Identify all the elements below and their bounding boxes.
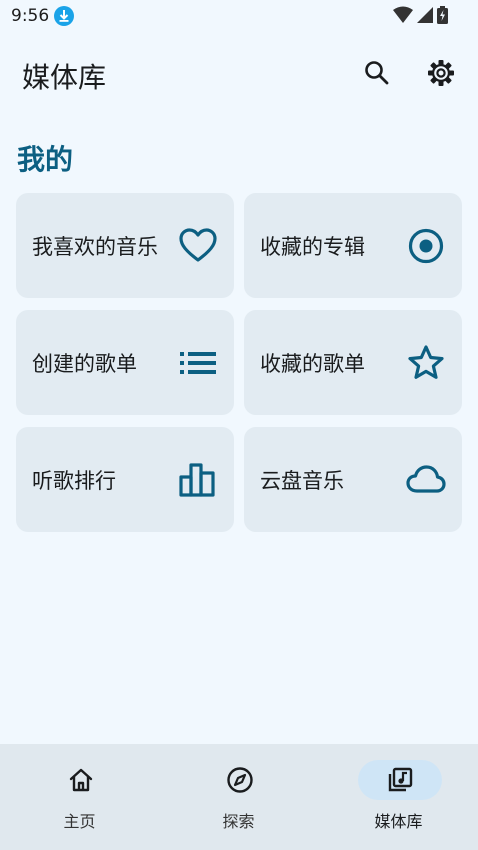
heart-icon (179, 228, 217, 262)
bottom-navigation: 主页 探索 媒体库 (0, 744, 478, 850)
compass-icon (227, 767, 253, 793)
status-time: 9:56 (11, 6, 50, 26)
card-label: 收藏的专辑 (260, 235, 365, 259)
cell-signal-icon (417, 7, 433, 23)
nav-label: 探索 (222, 812, 255, 831)
card-saved-playlists[interactable]: 收藏的歌单 (244, 310, 462, 415)
card-label: 我喜欢的音乐 (32, 235, 158, 259)
home-icon (69, 768, 93, 792)
nav-label: 主页 (63, 812, 96, 831)
search-icon[interactable] (362, 58, 392, 88)
page-title: 媒体库 (22, 61, 107, 94)
section-title: 我的 (17, 143, 74, 176)
download-notification-icon (54, 6, 74, 26)
card-cloud-music[interactable]: 云盘音乐 (244, 427, 462, 532)
cloud-icon (406, 465, 446, 493)
app-bar: 媒体库 (0, 44, 478, 104)
nav-label: 媒体库 (374, 812, 423, 831)
card-listening-ranking[interactable]: 听歌排行 (16, 427, 234, 532)
playlist-icon (180, 352, 216, 374)
card-label: 听歌排行 (32, 469, 116, 493)
bar-chart-icon (179, 463, 215, 497)
card-label: 创建的歌单 (32, 352, 137, 376)
battery-icon (437, 6, 448, 24)
nav-item-library[interactable]: 媒体库 (319, 744, 478, 850)
status-bar: 9:56 (0, 0, 478, 32)
card-created-playlists[interactable]: 创建的歌单 (16, 310, 234, 415)
wifi-icon (393, 6, 413, 23)
status-icons (393, 6, 448, 24)
card-label: 云盘音乐 (260, 469, 344, 493)
star-icon (408, 345, 444, 379)
card-saved-albums[interactable]: 收藏的专辑 (244, 193, 462, 298)
card-label: 收藏的歌单 (260, 352, 365, 376)
album-disc-icon (408, 228, 444, 264)
library-music-icon (388, 767, 413, 792)
card-liked-music[interactable]: 我喜欢的音乐 (16, 193, 234, 298)
settings-gear-icon[interactable] (426, 58, 456, 88)
nav-item-home[interactable]: 主页 (0, 744, 159, 850)
nav-item-explore[interactable]: 探索 (159, 744, 318, 850)
